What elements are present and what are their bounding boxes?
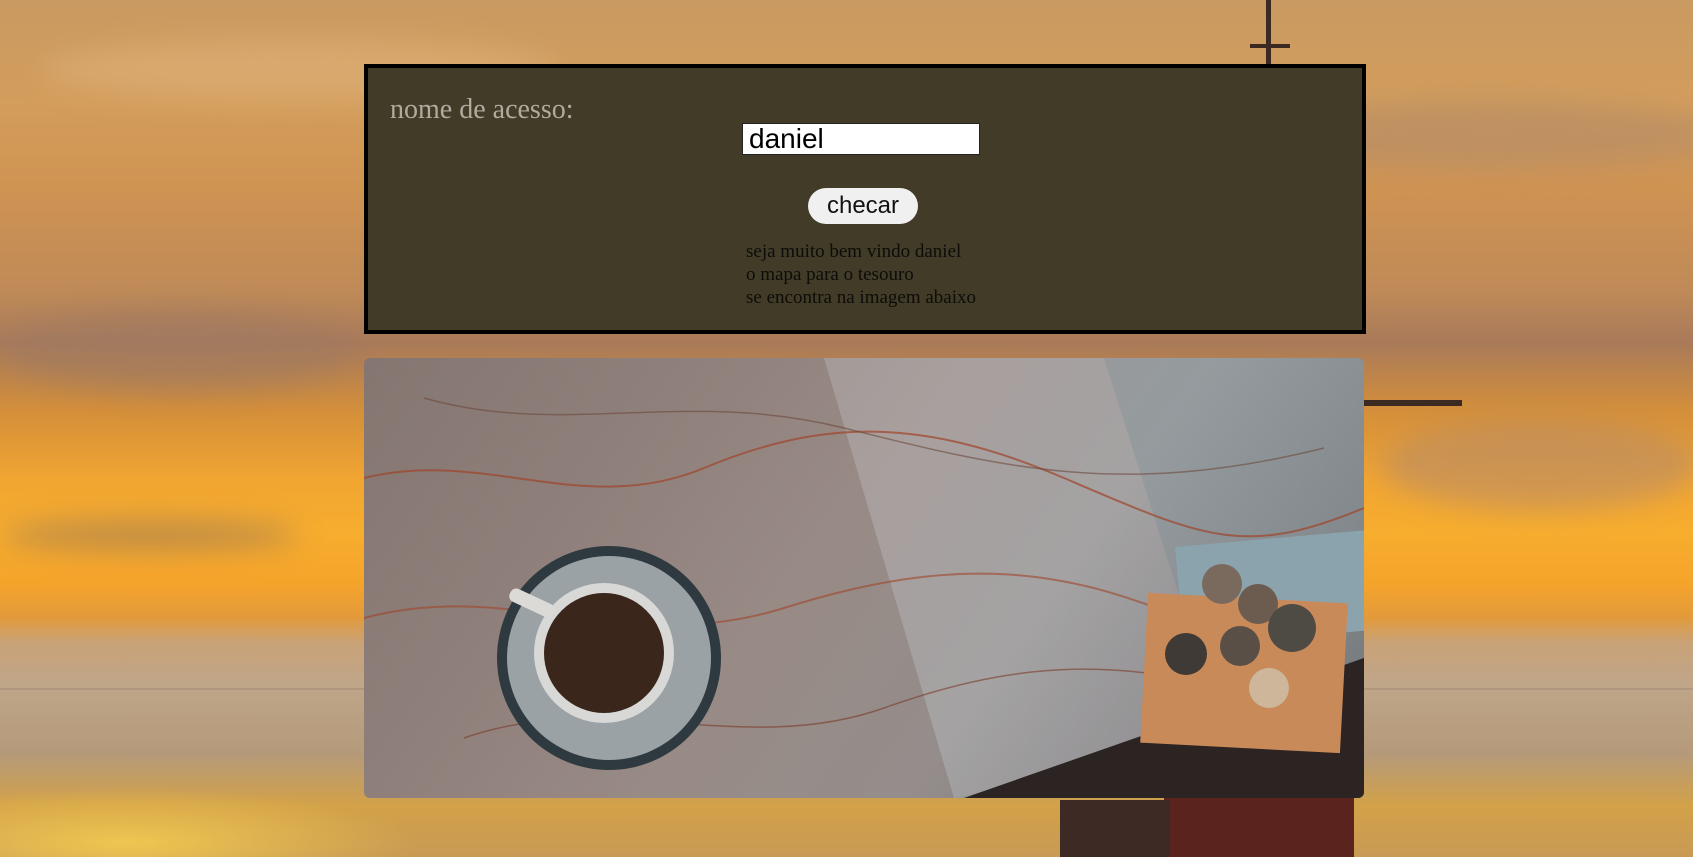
ship-stern bbox=[1060, 800, 1170, 857]
access-name-label: nome de acesso: bbox=[390, 94, 574, 125]
login-panel: nome de acesso: checar seja muito bem vi… bbox=[364, 64, 1366, 334]
access-name-input[interactable] bbox=[742, 123, 980, 155]
welcome-message: seja muito bem vindo daniel o mapa para … bbox=[746, 240, 976, 309]
treasure-map-image bbox=[364, 358, 1364, 798]
check-button[interactable]: checar bbox=[808, 188, 918, 224]
ship-mast bbox=[1266, 0, 1271, 64]
ship-hull bbox=[1164, 798, 1354, 857]
cloud-shape bbox=[0, 520, 300, 550]
map-hint-line: o mapa para o tesouro bbox=[746, 264, 914, 285]
map-illustration bbox=[364, 358, 1364, 798]
cloud-shape bbox=[0, 310, 360, 390]
ship-rigging bbox=[1362, 400, 1462, 406]
sun-glare bbox=[0, 787, 420, 857]
welcome-line: seja muito bem vindo daniel bbox=[746, 241, 962, 262]
cloud-shape bbox=[1380, 420, 1693, 510]
image-hint-line: se encontra na imagem abaixo bbox=[746, 287, 977, 308]
ship-yard bbox=[1250, 44, 1290, 48]
